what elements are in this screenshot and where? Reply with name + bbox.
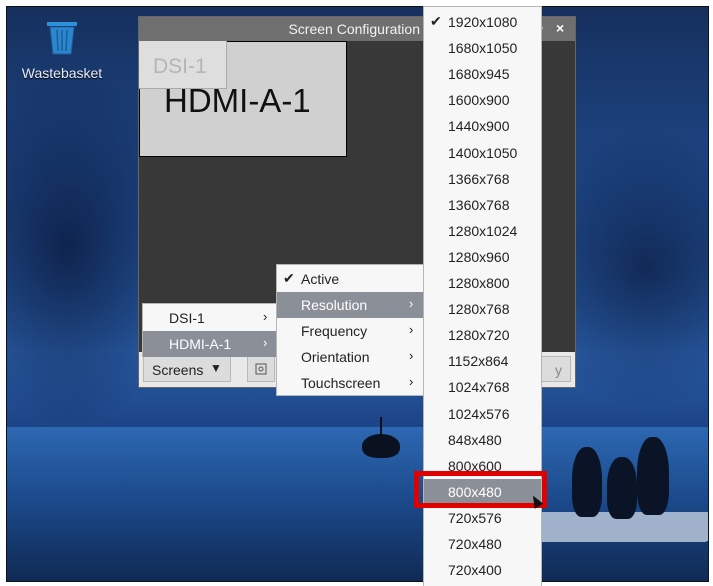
screen-properties-menu: ✔ Active Resolution › Frequency › Orient…	[276, 264, 424, 396]
screen-dsi-label: DSI-1	[153, 55, 207, 78]
desktop-icon-wastebasket[interactable]: Wastebasket	[14, 18, 110, 81]
menu-item-label: Touchscreen	[301, 375, 381, 391]
menu-item-label: Frequency	[301, 323, 368, 339]
screens-button-label: Screens	[152, 362, 204, 378]
screens-menu-item-hdmi-a-1[interactable]: HDMI-A-1 ›	[143, 331, 279, 357]
menu-item-label: 848x480	[448, 431, 502, 448]
desktop-icon-label: Wastebasket	[21, 65, 103, 81]
menu-item-label: 1024x768	[448, 379, 510, 396]
resolution-item[interactable]: 1280x768	[424, 296, 541, 322]
screens-menu-item-dsi-1[interactable]: DSI-1 ›	[143, 305, 279, 331]
resolution-item[interactable]: 1280x960	[424, 244, 541, 270]
menu-item-label: 720x576	[448, 509, 502, 526]
chevron-right-icon: ›	[409, 374, 414, 389]
checkmark-icon: ✔	[430, 13, 442, 29]
screens-menu: DSI-1 › HDMI-A-1 ›	[142, 303, 280, 357]
menu-item-label: 1024x576	[448, 405, 510, 422]
menu-item-label: 1680x945	[448, 66, 510, 83]
menu-item-label: 1366x768	[448, 170, 510, 187]
resolution-item[interactable]: 1400x1050	[424, 140, 541, 166]
dropdown-arrow-icon: ▼	[210, 361, 222, 375]
menu-item-touchscreen[interactable]: Touchscreen ›	[277, 370, 423, 396]
menu-item-label: 1280x768	[448, 301, 510, 318]
wallpaper-lamp	[362, 434, 400, 458]
wallpaper-lamp-rope	[380, 417, 382, 435]
chevron-right-icon: ›	[263, 309, 268, 324]
wallpaper-bird	[637, 437, 669, 515]
resolution-item[interactable]: 720x576	[424, 505, 541, 531]
resolution-item[interactable]: 1440x900	[424, 113, 541, 139]
resolution-item[interactable]: 1280x720	[424, 322, 541, 348]
menu-item-label: 1600x900	[448, 92, 510, 109]
resolution-item[interactable]: 1024x576	[424, 401, 541, 427]
screen-dsi-1[interactable]: DSI-1	[139, 41, 227, 89]
menu-item-label: HDMI-A-1	[169, 336, 232, 352]
resolution-item[interactable]: 1360x768	[424, 192, 541, 218]
menu-item-resolution[interactable]: Resolution ›	[277, 292, 423, 318]
highlight-annotation-box	[414, 471, 547, 508]
resolution-item[interactable]: 1600x900	[424, 87, 541, 113]
menu-item-label: 720x400	[448, 562, 502, 579]
menu-item-label: 1280x960	[448, 248, 510, 265]
checkmark-icon: ✔	[283, 270, 295, 286]
menu-item-frequency[interactable]: Frequency ›	[277, 318, 423, 344]
resolution-item[interactable]: 1280x1024	[424, 218, 541, 244]
resolution-item[interactable]: 1024x768	[424, 374, 541, 400]
wallpaper-bird	[572, 447, 602, 517]
menu-item-label: 1680x1050	[448, 40, 518, 57]
menu-item-orientation[interactable]: Orientation ›	[277, 344, 423, 370]
layout-button[interactable]	[247, 356, 275, 382]
menu-item-label: 1152x864	[448, 353, 509, 370]
resolution-item[interactable]: 1680x1050	[424, 35, 541, 61]
chevron-right-icon: ›	[409, 322, 414, 337]
menu-item-label: 1440x900	[448, 118, 510, 135]
resolution-item[interactable]: ✔ 1920x1080	[424, 9, 541, 35]
resolution-item[interactable]: 1280x800	[424, 270, 541, 296]
resolution-item[interactable]: 1680x945	[424, 61, 541, 87]
menu-item-label: 1280x720	[448, 327, 510, 344]
refresh-icon	[255, 363, 267, 375]
resolution-item[interactable]: 720x480	[424, 531, 541, 557]
screens-menu-button[interactable]: Screens ▼	[143, 356, 231, 382]
wallpaper-water	[7, 427, 708, 581]
chevron-right-icon: ›	[409, 348, 414, 363]
menu-item-label: 1280x800	[448, 275, 510, 291]
menu-item-label: Resolution	[301, 297, 368, 313]
menu-item-label: Orientation	[301, 349, 370, 365]
resolution-item[interactable]: 848x480	[424, 427, 541, 453]
chevron-right-icon: ›	[409, 296, 414, 311]
apply-button-label: y	[555, 362, 562, 378]
menu-item-label: 1920x1080	[448, 14, 518, 30]
menu-item-label: Active	[301, 271, 340, 287]
menu-item-label: 1400x1050	[448, 144, 518, 161]
menu-item-label: 1280x1024	[448, 222, 518, 239]
window-title: Screen Configuration	[288, 21, 420, 37]
resolution-item[interactable]: 720x400	[424, 557, 541, 583]
wallpaper-bird	[607, 457, 637, 519]
menu-item-active[interactable]: ✔ Active	[277, 266, 423, 292]
menu-item-label: 720x480	[448, 536, 502, 552]
resolution-item[interactable]: 1152x864	[424, 348, 541, 374]
close-icon[interactable]: ×	[556, 20, 564, 36]
menu-item-label: 1360x768	[448, 196, 510, 213]
chevron-right-icon: ›	[263, 335, 268, 350]
menu-item-label: DSI-1	[169, 310, 205, 326]
resolution-item[interactable]: 1366x768	[424, 166, 541, 192]
trash-bin-icon	[47, 22, 77, 55]
